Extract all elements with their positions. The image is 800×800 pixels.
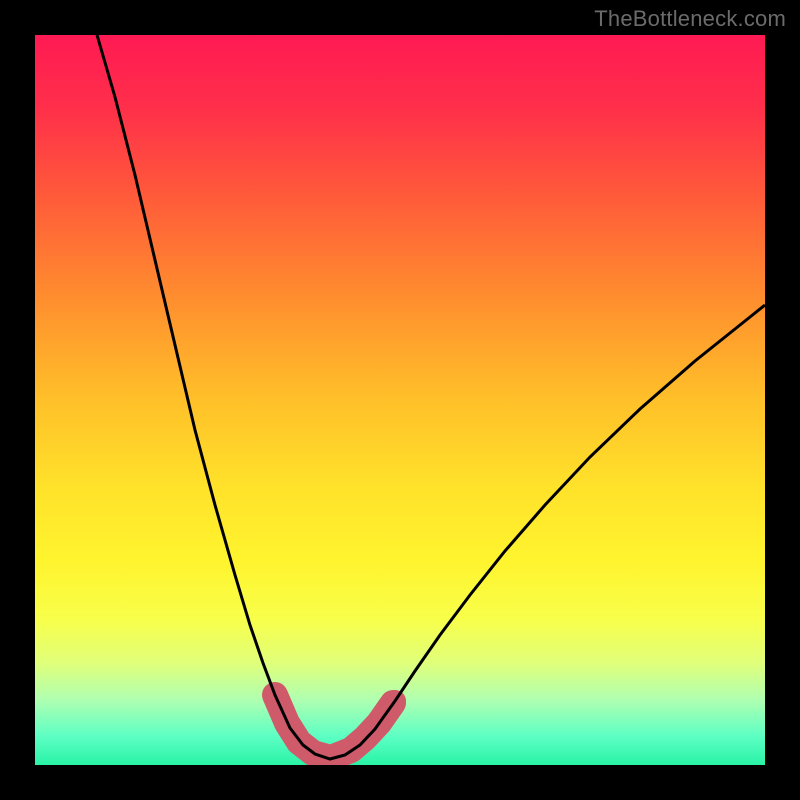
watermark-text: TheBottleneck.com (594, 6, 786, 32)
plot-area (35, 35, 765, 765)
chart-frame: TheBottleneck.com (0, 0, 800, 800)
curve-layer (35, 35, 765, 765)
bottleneck-curve (97, 35, 765, 759)
